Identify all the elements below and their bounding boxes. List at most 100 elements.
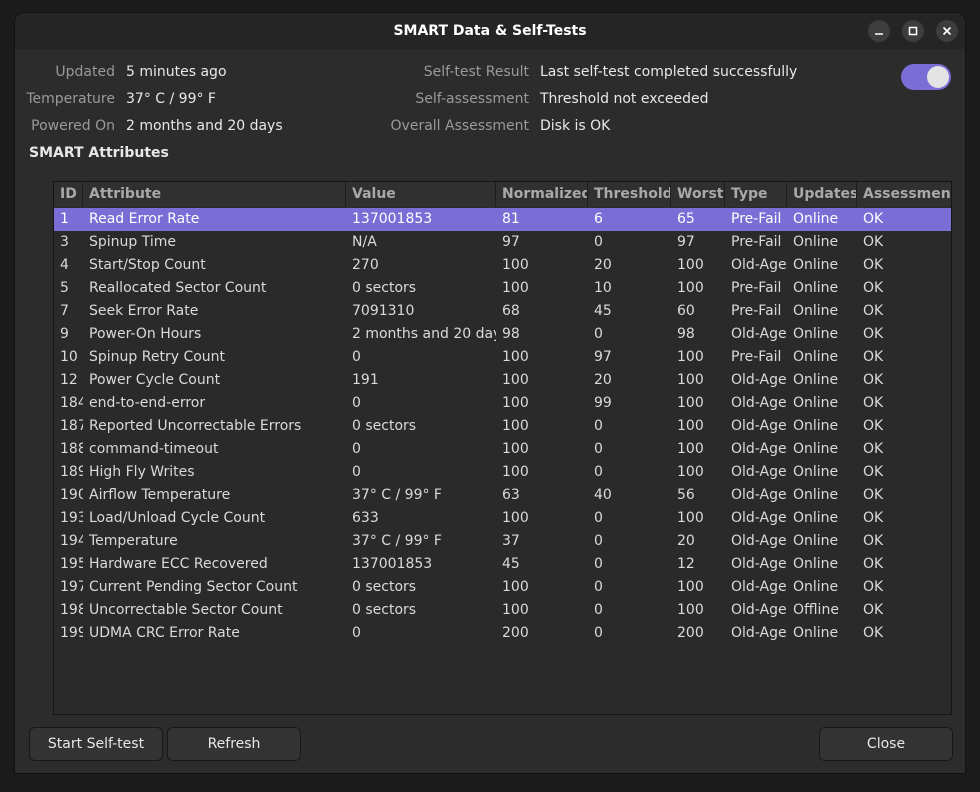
cell-assessment: OK: [863, 418, 884, 434]
cell-type: Pre-Fail: [731, 349, 782, 365]
temperature-value: 37° C / 99° F: [126, 91, 216, 107]
cell-normalized: 100: [502, 280, 529, 296]
cell-threshold: 20: [594, 372, 612, 388]
cell-worst: 100: [677, 395, 704, 411]
column-header-normalized[interactable]: Normalized: [496, 182, 588, 207]
table-row[interactable]: 4 Start/Stop Count 270 100 20 100 Old-Age Onlin…: [54, 254, 951, 277]
cell-attribute: Hardware ECC Recovered: [89, 556, 268, 572]
cell-assessment: OK: [863, 510, 884, 526]
cell-assessment: OK: [863, 441, 884, 457]
window-title: SMART Data & Self-Tests: [393, 23, 587, 39]
table-row[interactable]: 10 Spinup Retry Count 0 100 97 100 Pre-Fail Onl…: [54, 346, 951, 369]
table-row[interactable]: 198 Uncorrectable Sector Count 0 sectors 10…: [54, 599, 951, 622]
column-header-threshold[interactable]: Threshold: [588, 182, 671, 207]
column-header-type[interactable]: Type: [725, 182, 787, 207]
cell-attribute: Seek Error Rate: [89, 303, 199, 319]
table-row[interactable]: 194 Temperature 37° C / 99° F 37 0 20 Old-Age O…: [54, 530, 951, 553]
cell-updates: Online: [793, 303, 839, 319]
cell-normalized: 100: [502, 372, 529, 388]
cell-assessment: OK: [863, 487, 884, 503]
cell-attribute: command-timeout: [89, 441, 219, 457]
updated-label: Updated: [55, 64, 115, 80]
cell-value: 0: [352, 349, 361, 365]
start-self-test-button[interactable]: Start Self-test: [29, 727, 163, 761]
cell-assessment: OK: [863, 556, 884, 572]
cell-worst: 97: [677, 234, 695, 250]
table-row[interactable]: 9 Power-On Hours 2 months and 20 days 98 0 98…: [54, 323, 951, 346]
cell-threshold: 6: [594, 211, 603, 227]
cell-threshold: 0: [594, 441, 603, 457]
cell-attribute: Power-On Hours: [89, 326, 202, 342]
minimize-button[interactable]: [868, 20, 890, 42]
table-row[interactable]: 187 Reported Uncorrectable Errors 0 sector…: [54, 415, 951, 438]
self-assessment-value: Threshold not exceeded: [540, 91, 709, 107]
self-test-result-value: Last self-test completed successfully: [540, 64, 798, 80]
table-row[interactable]: 184 end-to-end-error 0 100 99 100 Old-Age Onlin…: [54, 392, 951, 415]
table-row[interactable]: 12 Power Cycle Count 191 100 20 100 Old-Age Onl…: [54, 369, 951, 392]
table-row[interactable]: 193 Load/Unload Cycle Count 633 100 0 100 Old-…: [54, 507, 951, 530]
column-header-id[interactable]: ID: [54, 182, 83, 207]
cell-type: Pre-Fail: [731, 280, 782, 296]
column-header-worst[interactable]: Worst: [671, 182, 725, 207]
table-header: ID Attribute Value Normalized Threshold …: [54, 182, 951, 207]
refresh-button[interactable]: Refresh: [167, 727, 301, 761]
attributes-table[interactable]: ID Attribute Value Normalized Threshold …: [53, 181, 952, 715]
cell-id: 10: [60, 349, 78, 365]
table-row[interactable]: 197 Current Pending Sector Count 0 sectors…: [54, 576, 951, 599]
cell-updates: Online: [793, 579, 839, 595]
cell-normalized: 98: [502, 326, 520, 342]
cell-worst: 100: [677, 349, 704, 365]
table-row[interactable]: 188 command-timeout 0 100 0 100 Old-Age Online O…: [54, 438, 951, 461]
close-button[interactable]: Close: [819, 727, 953, 761]
cell-updates: Online: [793, 211, 839, 227]
cell-threshold: 0: [594, 418, 603, 434]
cell-threshold: 0: [594, 625, 603, 641]
cell-normalized: 100: [502, 579, 529, 595]
maximize-button[interactable]: [902, 20, 924, 42]
cell-assessment: OK: [863, 625, 884, 641]
cell-type: Old-Age: [731, 510, 787, 526]
cell-updates: Online: [793, 395, 839, 411]
table-row[interactable]: 190 Airflow Temperature 37° C / 99° F 63 40 5…: [54, 484, 951, 507]
cell-value: 633: [352, 510, 379, 526]
cell-normalized: 100: [502, 441, 529, 457]
table-row[interactable]: 195 Hardware ECC Recovered 137001853 45 0 12 O…: [54, 553, 951, 576]
cell-attribute: end-to-end-error: [89, 395, 206, 411]
table-row[interactable]: 1 Read Error Rate 137001853 81 6 65 Pre-Fail On…: [54, 208, 951, 231]
cell-attribute: Load/Unload Cycle Count: [89, 510, 266, 526]
cell-worst: 100: [677, 464, 704, 480]
cell-id: 195: [60, 556, 83, 572]
cell-attribute: Start/Stop Count: [89, 257, 206, 273]
column-header-value[interactable]: Value: [346, 182, 496, 207]
cell-assessment: OK: [863, 464, 884, 480]
cell-type: Pre-Fail: [731, 234, 782, 250]
cell-updates: Online: [793, 418, 839, 434]
cell-threshold: 0: [594, 326, 603, 342]
column-header-attribute[interactable]: Attribute: [83, 182, 346, 207]
cell-normalized: 200: [502, 625, 529, 641]
table-row[interactable]: 5 Reallocated Sector Count 0 sectors 100 10 1…: [54, 277, 951, 300]
cell-assessment: OK: [863, 257, 884, 273]
title-bar[interactable]: SMART Data & Self-Tests: [15, 13, 965, 49]
table-row[interactable]: 199 UDMA CRC Error Rate 0 200 0 200 Old-Age Onl…: [54, 622, 951, 645]
table-row[interactable]: 7 Seek Error Rate 7091310 68 45 60 Pre-Fail Onl…: [54, 300, 951, 323]
cell-updates: Online: [793, 510, 839, 526]
table-row[interactable]: 189 High Fly Writes 0 100 0 100 Old-Age Online O…: [54, 461, 951, 484]
smart-enable-toggle[interactable]: [901, 64, 951, 90]
cell-worst: 100: [677, 579, 704, 595]
column-header-updates[interactable]: Updates: [787, 182, 857, 207]
close-window-button[interactable]: [936, 20, 958, 42]
cell-normalized: 100: [502, 602, 529, 618]
table-row[interactable]: 3 Spinup Time N/A 97 0 97 Pre-Fail Online OK: [54, 231, 951, 254]
cell-id: 188: [60, 441, 83, 457]
cell-id: 199: [60, 625, 83, 641]
cell-id: 198: [60, 602, 83, 618]
cell-attribute: Temperature: [89, 533, 178, 549]
cell-attribute: High Fly Writes: [89, 464, 195, 480]
cell-worst: 98: [677, 326, 695, 342]
overall-assessment-value: Disk is OK: [540, 118, 611, 134]
cell-type: Old-Age: [731, 326, 787, 342]
column-header-assessment[interactable]: Assessment: [857, 182, 951, 207]
cell-threshold: 10: [594, 280, 612, 296]
cell-worst: 100: [677, 372, 704, 388]
